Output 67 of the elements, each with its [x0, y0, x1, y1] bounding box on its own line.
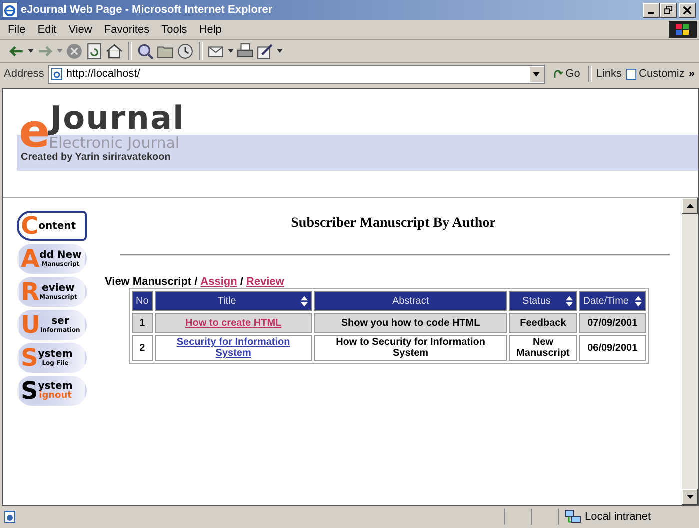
table-cell: 2 [132, 335, 153, 361]
column-header[interactable]: Title [154, 291, 312, 311]
table-cell: 06/09/2001 [579, 335, 646, 361]
dropdown-arrow-icon[interactable] [533, 72, 540, 76]
links-label[interactable]: Links [596, 68, 622, 80]
refresh-icon[interactable] [86, 42, 103, 60]
table-cell: Feedback [509, 313, 578, 333]
dropdown-arrow-icon[interactable] [228, 49, 234, 53]
menu-item[interactable]: Tools [162, 24, 188, 36]
column-header[interactable]: No [132, 291, 153, 311]
network-icon [565, 510, 581, 524]
table-cell: New Manuscript [509, 335, 578, 361]
home-icon[interactable] [106, 42, 123, 60]
minimize-button[interactable] [643, 2, 660, 18]
sort-icon[interactable] [301, 296, 308, 306]
view-link[interactable]: Review [246, 276, 284, 288]
column-header[interactable]: Abstract [314, 291, 508, 311]
column-header[interactable]: Date/Time [579, 291, 646, 311]
menu-item[interactable]: Favorites [104, 24, 150, 36]
logo-subtitle: Electronic Journal [49, 135, 180, 151]
page-icon [626, 68, 638, 80]
minimize-icon [648, 12, 654, 14]
edit-icon[interactable] [257, 42, 274, 60]
go-button[interactable]: Go [548, 68, 584, 80]
column-header[interactable]: Status [509, 291, 578, 311]
table-cell: How to Security for Information System [314, 335, 508, 361]
zone-label: Local intranet [585, 511, 652, 523]
page-icon [4, 511, 16, 523]
table-cell: Show you how to code HTML [314, 313, 508, 333]
browser-icon [3, 3, 17, 17]
search-icon[interactable] [137, 42, 154, 60]
dropdown-arrow-icon[interactable] [277, 49, 283, 53]
scrollbar[interactable] [682, 198, 698, 505]
go-arrow-icon [552, 69, 563, 79]
page-heading: Subscriber Manuscript By Author [290, 216, 497, 232]
links-item[interactable]: Customiz [626, 68, 685, 80]
menu-item[interactable]: Edit [38, 24, 57, 36]
close-icon [683, 6, 692, 14]
more-chevron[interactable]: » [688, 68, 695, 80]
window-title: eJournal Web Page - Microsoft Internet Explorer [21, 4, 274, 16]
menu-item[interactable]: Help [199, 24, 222, 36]
separator: / [194, 276, 198, 288]
separator: / [240, 276, 244, 288]
scroll-down-icon[interactable] [686, 495, 694, 499]
logo-word: Journal [50, 101, 185, 135]
windows-logo-icon [669, 21, 697, 38]
maximize-button[interactable] [660, 2, 677, 18]
table-cell: 07/09/2001 [579, 313, 646, 333]
address-label: Address [4, 68, 44, 80]
menu-item[interactable]: File [8, 24, 26, 36]
title-link[interactable]: Security for Information System [158, 337, 308, 359]
logo-credit: Created by Yarin siriravatekoon [21, 151, 172, 165]
title-link[interactable]: How to create HTML [186, 318, 282, 328]
page-icon [51, 68, 64, 80]
view-link[interactable]: Assign [200, 276, 238, 288]
address-field[interactable]: http://localhost/ [48, 64, 545, 84]
close-button[interactable] [679, 2, 696, 18]
view-label: View Manuscript [105, 276, 192, 288]
restore-icon [664, 6, 673, 14]
sort-icon[interactable] [635, 296, 642, 306]
sort-icon[interactable] [566, 296, 574, 306]
scroll-up-icon[interactable] [686, 204, 694, 208]
table-cell: 1 [132, 313, 153, 333]
print-icon[interactable] [237, 42, 254, 60]
menu-item[interactable]: View [68, 24, 92, 36]
history-icon[interactable] [177, 42, 194, 60]
dropdown-arrow-icon[interactable] [28, 49, 34, 53]
